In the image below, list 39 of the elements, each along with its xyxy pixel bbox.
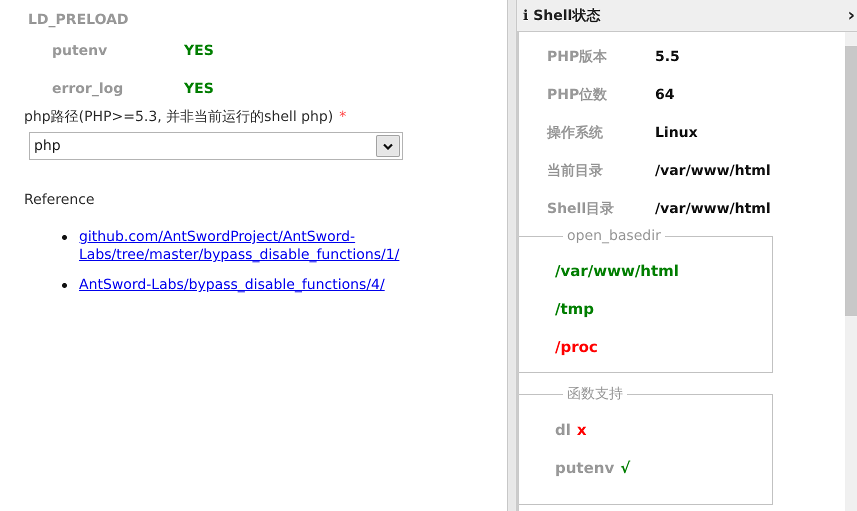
splitter[interactable] bbox=[507, 0, 517, 511]
check-label: putenv bbox=[52, 43, 108, 59]
reference-link[interactable]: AntSword-Labs/bypass_disable_functions/4/ bbox=[79, 276, 399, 294]
info-label: 当前目录 bbox=[547, 162, 604, 180]
group-legend: 函数支持 bbox=[563, 385, 627, 403]
info-label: PHP版本 bbox=[547, 48, 608, 66]
info-label: Shell目录 bbox=[547, 200, 616, 218]
section-title: LD_PRELOAD bbox=[28, 12, 130, 30]
check-result: YES bbox=[184, 43, 214, 59]
scrollbar-thumb[interactable] bbox=[845, 46, 857, 316]
info-value: 64 bbox=[655, 87, 674, 103]
bullet-icon bbox=[62, 283, 67, 288]
support-mark: √ bbox=[620, 459, 630, 477]
info-value: /var/www/html bbox=[655, 163, 771, 179]
reference-heading: Reference bbox=[24, 192, 96, 208]
dropdown-button[interactable] bbox=[376, 135, 400, 157]
info-label: PHP位数 bbox=[547, 86, 608, 104]
directory-path: /tmp bbox=[555, 299, 596, 320]
reference-link[interactable]: github.com/AntSwordProject/AntSword-Labs/tree/master/bypass_disable_functions/1/ bbox=[79, 228, 399, 264]
collapse-button[interactable]: › bbox=[848, 5, 857, 26]
info-value: /var/www/html bbox=[655, 201, 771, 217]
info-value: Linux bbox=[655, 125, 698, 141]
php-path-select[interactable]: php bbox=[29, 132, 403, 160]
scrollbar[interactable] bbox=[845, 32, 857, 511]
function-name: dl bbox=[555, 421, 571, 439]
info-value: 5.5 bbox=[655, 49, 680, 65]
bullet-icon bbox=[62, 235, 67, 240]
chevron-down-icon bbox=[383, 142, 393, 150]
check-label: error_log bbox=[52, 81, 124, 97]
group-legend: open_basedir bbox=[563, 228, 665, 244]
directory-path: /proc bbox=[555, 337, 599, 358]
field-label: php路径(PHP>=5.3, 并非当前运行的shell php) bbox=[24, 109, 334, 125]
support-mark: x bbox=[576, 421, 587, 439]
info-label: 操作系统 bbox=[547, 124, 604, 142]
function-name: putenv bbox=[555, 459, 614, 477]
check-result: YES bbox=[184, 81, 214, 97]
required-mark: * bbox=[339, 109, 346, 125]
panel-title: i Shell状态 bbox=[523, 6, 600, 24]
directory-path: /var/www/html bbox=[555, 261, 680, 282]
